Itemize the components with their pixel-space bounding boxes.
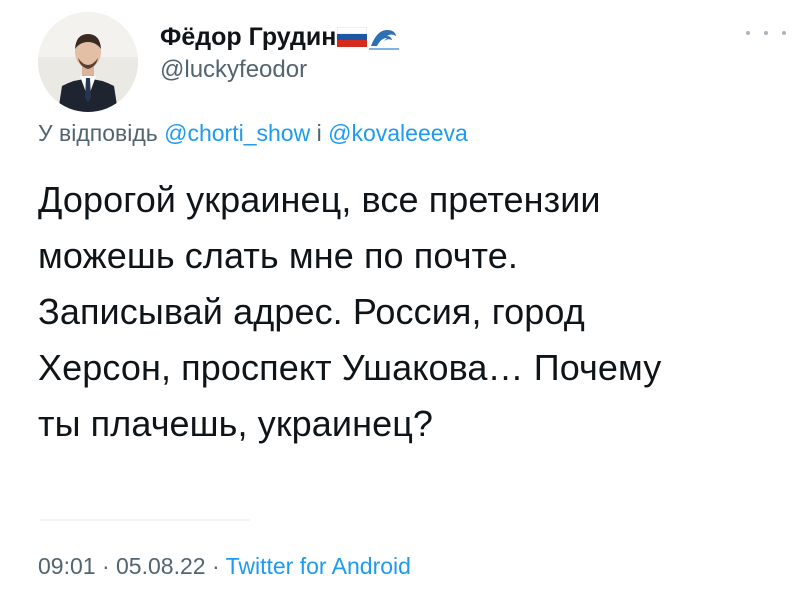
meta-separator: · [211,553,220,579]
avatar-photo [38,12,138,112]
tweet-text: Дорогой украинец, все претензии можешь с… [38,172,778,452]
tweet-metadata: 09:01 · 05.08.22 · Twitter for Android [38,552,411,580]
tweet-text-line: можешь слать мне по почте. [38,235,518,276]
tweet-text-line: Херсон, проспект Ушакова… Почему [38,347,662,388]
tweet-text-line: Записывай адрес. Россия, город [38,291,585,332]
author-handle[interactable]: @luckyfeodor [160,56,307,84]
more-dot [746,31,750,35]
mention-link[interactable]: @chorti_show [164,120,310,146]
mention-link[interactable]: @kovaleeeva [328,120,468,146]
wave-icon [369,30,400,50]
divider [40,519,250,521]
reply-joiner: і [316,120,322,146]
author-name[interactable]: Фёдор Грудин [160,22,336,52]
russia-flag-icon [337,27,368,47]
tweet-source-link[interactable]: Twitter for Android [226,553,411,579]
reply-prefix: У відповідь [38,120,158,146]
reply-context: У відповідь @chorti_show і @kovaleeeva [38,119,468,147]
author-emoji-group [337,24,400,50]
more-dot [764,31,768,35]
tweet-date[interactable]: 05.08.22 [116,553,206,579]
meta-separator: · [101,553,110,579]
more-dot [782,31,786,35]
more-options-icon[interactable] [746,26,786,40]
tweet-text-line: Дорогой украинец, все претензии [38,179,601,220]
tweet-text-line: ты плачешь, украинец? [38,403,434,444]
author-avatar[interactable] [38,12,138,112]
tweet-time[interactable]: 09:01 [38,553,96,579]
author-name-row[interactable]: Фёдор Грудин [160,22,400,52]
